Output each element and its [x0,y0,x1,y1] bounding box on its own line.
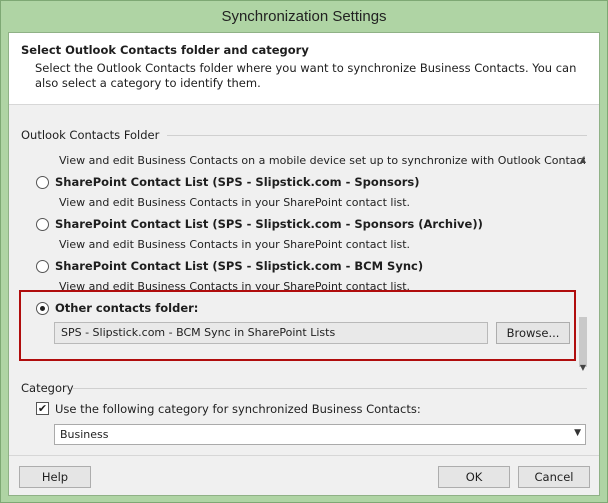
list-item-desc: View and edit Business Contacts in your … [59,196,411,209]
folder-list-scrollbar[interactable]: ▲ ▼ [576,147,590,377]
help-button[interactable]: Help [19,466,91,488]
dialog-client: Select Outlook Contacts folder and categ… [8,32,600,496]
other-folder-field[interactable]: SPS - Slipstick.com - BCM Sync in ShareP… [54,322,488,344]
ok-button[interactable]: OK [438,466,510,488]
dialog-window: Synchronization Settings Select Outlook … [0,0,608,503]
category-select-value: Business [60,428,109,441]
folder-option-label: SharePoint Contact List (SPS - Slipstick… [55,217,483,231]
folder-option-label: SharePoint Contact List (SPS - Slipstick… [55,175,420,189]
header-description: Select the Outlook Contacts folder where… [35,61,577,90]
folder-group-divider [167,135,587,136]
category-select[interactable]: Business ▼ [54,424,586,445]
category-group-divider [73,388,587,389]
radio-button[interactable] [36,176,49,189]
scroll-thumb[interactable] [579,317,587,367]
folder-group-label: Outlook Contacts Folder [21,128,160,142]
browse-button[interactable]: Browse... [496,322,570,344]
radio-button[interactable] [36,260,49,273]
list-item-desc: View and edit Business Contacts on a mob… [59,154,585,167]
chevron-down-icon: ▼ [574,428,581,438]
category-checkbox-label: Use the following category for synchroni… [55,402,421,416]
window-title: Synchronization Settings [221,8,387,25]
list-item-desc: View and edit Business Contacts in your … [59,238,411,251]
scroll-up-icon[interactable]: ▲ [578,155,588,165]
cancel-button[interactable]: Cancel [518,466,590,488]
folder-option-label: SharePoint Contact List (SPS - Slipstick… [55,259,424,273]
category-group-label: Category [21,381,74,395]
scroll-down-icon[interactable]: ▼ [578,363,588,373]
dialog-footer: Help OK Cancel [9,455,599,496]
header-title: Select Outlook Contacts folder and categ… [21,43,309,57]
radio-button[interactable] [36,218,49,231]
category-checkbox[interactable]: ✔ [36,402,49,415]
dialog-header: Select Outlook Contacts folder and categ… [9,33,599,105]
